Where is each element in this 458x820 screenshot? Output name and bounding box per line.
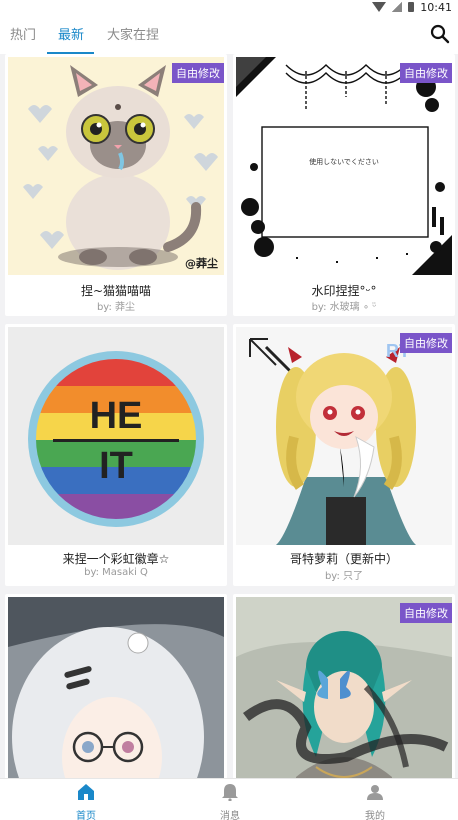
nav-profile-label: 我的 <box>365 811 385 820</box>
frame-caption: 使用しないでください <box>309 158 379 166</box>
status-bar: 10:41 <box>0 0 458 14</box>
card-image[interactable]: RT 自由修改 <box>236 327 452 545</box>
card-image[interactable]: @莽尘 自由修改 <box>8 57 224 275</box>
home-icon <box>78 784 94 800</box>
card-title: 捏~猫猫喵喵 <box>80 284 152 298</box>
card-image[interactable]: HE IT <box>8 327 224 545</box>
card-author: by: 只了 <box>324 571 364 582</box>
card-gothic-lolita[interactable]: RT 自由修改 哥特萝莉（更新中） by: 只了 <box>233 324 455 586</box>
free-edit-badge: 自由修改 <box>400 603 452 623</box>
card-author: by: Masaki Q <box>84 567 148 578</box>
bell-icon <box>222 784 238 802</box>
card-title: 来捏一个彩虹徽章☆ <box>62 552 170 566</box>
card-author: by: 莽尘 <box>96 302 136 313</box>
free-edit-badge: 自由修改 <box>400 63 452 83</box>
top-tab-bar: 热门 最新 大家在捏 <box>0 14 458 54</box>
tab-everyone[interactable]: 大家在捏 <box>107 24 159 43</box>
bottom-navigation: 首页 消息 我的 <box>0 778 458 820</box>
nav-messages-label: 消息 <box>220 811 240 820</box>
signal-icon <box>392 2 403 12</box>
person-icon <box>367 785 383 800</box>
emblem-top-text: HE <box>89 395 143 437</box>
artist-signature: @莽尘 <box>185 257 218 270</box>
free-edit-badge: 自由修改 <box>400 333 452 353</box>
card-image[interactable]: 使用しないでください 自由修改 <box>236 57 452 275</box>
card-rainbow-badge[interactable]: HE IT 来捏一个彩虹徽章☆ by: Masaki Q <box>5 324 227 586</box>
cat-illustration <box>23 65 218 270</box>
wifi-icon <box>372 2 387 12</box>
tab-latest[interactable]: 最新 <box>58 24 84 43</box>
card-author: by: 水玻璃 ∘ ᵕ̈ <box>311 302 377 313</box>
gothic-girl-illustration: RT <box>236 327 452 545</box>
card-cat[interactable]: @莽尘 自由修改 捏~猫猫喵喵 by: 莽尘 <box>5 54 227 316</box>
tab-hot[interactable]: 热门 <box>10 24 36 43</box>
card-title: 水印捏捏°ᵕ° <box>311 284 377 298</box>
search-icon[interactable] <box>430 24 450 44</box>
nav-messages[interactable]: 消息 <box>190 783 270 820</box>
nav-home[interactable]: 首页 <box>46 783 126 820</box>
status-time: 10:41 <box>420 0 452 14</box>
battery-icon <box>408 2 415 12</box>
free-edit-badge: 自由修改 <box>172 63 224 83</box>
card-watermark[interactable]: 使用しないでください 自由修改 水印捏捏°ᵕ° by: 水玻璃 ∘ ᵕ̈ <box>233 54 455 316</box>
card-title: 哥特萝莉（更新中） <box>289 552 398 566</box>
nav-home-label: 首页 <box>76 811 96 820</box>
status-icons: 10:41 <box>372 0 452 14</box>
nav-profile[interactable]: 我的 <box>335 783 415 820</box>
emblem-bottom-text: IT <box>99 445 133 487</box>
